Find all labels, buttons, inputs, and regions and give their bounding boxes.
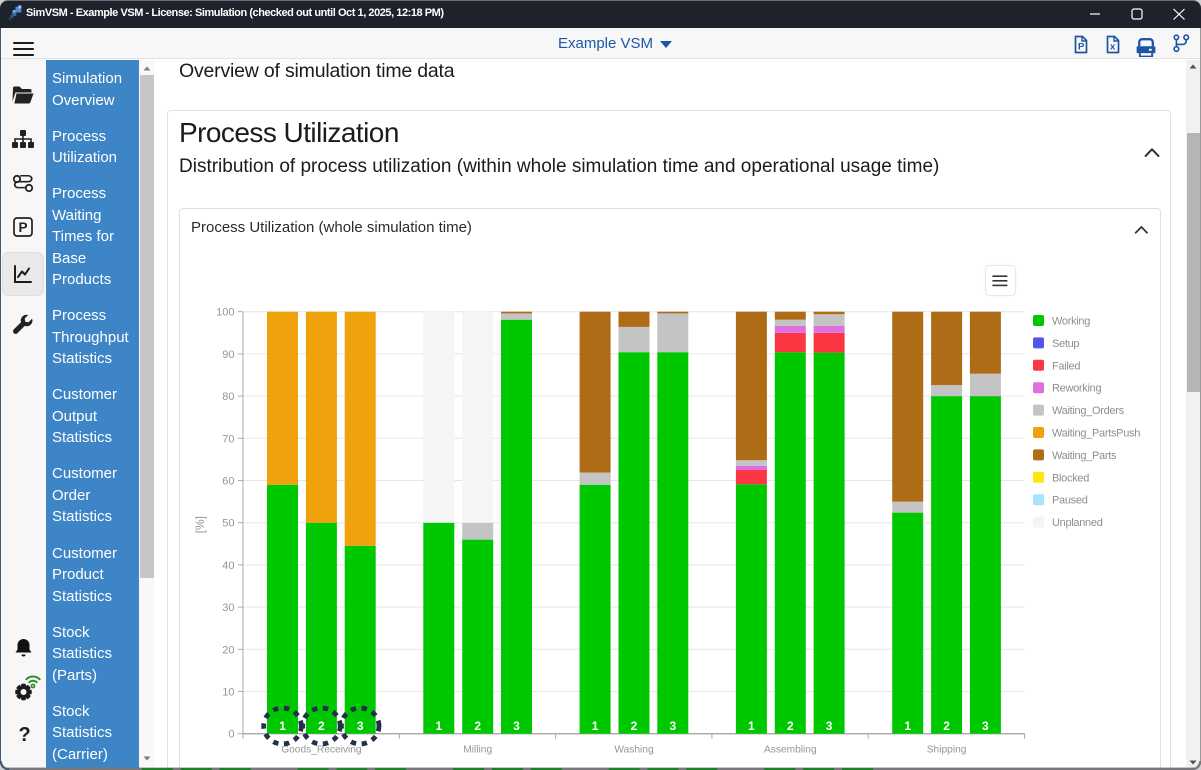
svg-text:Waiting_Parts: Waiting_Parts bbox=[1052, 450, 1117, 462]
svg-text:60: 60 bbox=[222, 476, 234, 488]
svg-text:3: 3 bbox=[982, 719, 989, 733]
svg-text:Goods_Receiving: Goods_Receiving bbox=[281, 745, 362, 756]
svg-text:10: 10 bbox=[222, 687, 234, 699]
svg-text:50: 50 bbox=[222, 518, 234, 530]
svg-text:70: 70 bbox=[222, 433, 234, 445]
svg-text:Paused: Paused bbox=[1052, 495, 1088, 507]
svg-text:1: 1 bbox=[592, 719, 599, 733]
svg-text:2: 2 bbox=[631, 719, 638, 733]
svg-text:Unplanned: Unplanned bbox=[1052, 517, 1103, 529]
svg-text:Blocked: Blocked bbox=[1052, 472, 1089, 484]
svg-text:2: 2 bbox=[474, 719, 481, 733]
svg-text:Setup: Setup bbox=[1052, 338, 1079, 350]
svg-text:Shipping: Shipping bbox=[927, 745, 967, 756]
svg-text:0: 0 bbox=[228, 729, 234, 741]
svg-text:40: 40 bbox=[222, 560, 234, 572]
svg-text:[%]: [%] bbox=[193, 516, 207, 533]
svg-text:Failed: Failed bbox=[1052, 360, 1080, 372]
svg-text:3: 3 bbox=[826, 719, 833, 733]
svg-text:2: 2 bbox=[943, 719, 950, 733]
svg-text:Milling: Milling bbox=[463, 745, 492, 756]
svg-text:Assembling: Assembling bbox=[764, 745, 817, 756]
svg-text:Waiting_Orders: Waiting_Orders bbox=[1052, 405, 1125, 417]
svg-text:2: 2 bbox=[787, 719, 794, 733]
svg-text:3: 3 bbox=[669, 719, 676, 733]
svg-text:1: 1 bbox=[748, 719, 755, 733]
svg-text:30: 30 bbox=[222, 602, 234, 614]
svg-text:20: 20 bbox=[222, 644, 234, 656]
svg-text:1: 1 bbox=[435, 719, 442, 733]
svg-text:Waiting_PartsPush: Waiting_PartsPush bbox=[1052, 428, 1140, 440]
svg-text:1: 1 bbox=[279, 719, 286, 733]
svg-text:100: 100 bbox=[216, 307, 234, 319]
svg-text:Working: Working bbox=[1052, 316, 1090, 328]
svg-text:3: 3 bbox=[513, 719, 520, 733]
svg-text:Washing: Washing bbox=[614, 745, 654, 756]
svg-text:Reworking: Reworking bbox=[1052, 383, 1101, 395]
svg-text:1: 1 bbox=[904, 719, 911, 733]
svg-text:80: 80 bbox=[222, 391, 234, 403]
svg-text:2: 2 bbox=[318, 719, 325, 733]
svg-text:3: 3 bbox=[357, 719, 364, 733]
svg-text:90: 90 bbox=[222, 349, 234, 361]
